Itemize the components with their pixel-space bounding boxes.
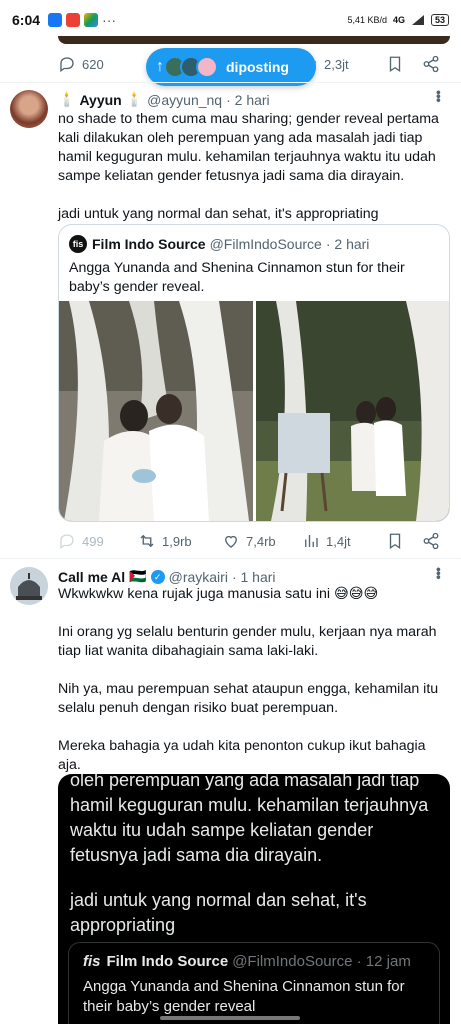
quote-photo-left[interactable] [59,301,253,521]
author-name[interactable]: Ayyun [79,92,121,108]
screenshot-quote-header: fis Film Indo Source @FilmIndoSource · 1… [83,953,411,970]
tweet-paragraph: Mereka bahagia ya udah kita penonton cuk… [58,738,426,773]
retweet-button[interactable]: 1,9rb [138,532,192,550]
share-icon [423,532,439,550]
palestine-flag-icon: 🇵🇸 [129,568,147,584]
quote-header: fis Film Indo Source @FilmIndoSource · 2… [69,235,369,253]
like-count: 7,4rb [246,533,276,549]
views-icon [305,535,318,547]
network-speed: 5,41 KB/d [347,15,387,25]
views-count: 1,4jt [326,533,351,549]
quote-photo-right[interactable] [256,301,449,521]
facebook-icon [48,13,63,27]
author-name[interactable]: Call me Al [58,569,125,585]
reply-count: 499 [82,533,104,549]
more-options-icon[interactable]: ••• [431,90,447,102]
screenshot-text: oleh perempuan yang ada masalah jadi tia… [70,774,440,938]
author-handle[interactable]: @raykairi [169,569,228,585]
tweet-text: Wkwkwkw kena rujak juga manusia satu ini… [58,585,450,775]
heart-icon [225,535,237,548]
bookmark-button[interactable] [386,55,404,73]
tweet-paragraph: Nih ya, mau perempuan sehat ataupun engg… [58,681,439,716]
photos-icon [84,13,99,27]
tweet-header: 🕯️ Ayyun 🕯️ @ayyun_nq · 2 hari [58,91,270,108]
signal-icon [411,15,424,25]
reply-count: 620 [82,56,104,72]
film-indo-source-logo: fis [69,235,87,253]
battery-icon: 53 [430,14,449,26]
candle-icon: 🕯️ [58,91,76,107]
views-count: 2,3jt [324,56,349,72]
candle-icon: 🕯️ [125,91,144,107]
screenshot-quote-handle: @FilmIndoSource · 12 jam [232,953,411,970]
arrow-up-icon: ↑ [156,58,164,75]
tweet-text: no shade to them cuma mau sharing; gende… [58,110,450,224]
reply-icon [60,57,74,73]
share-icon [423,55,439,73]
reply-button[interactable]: 499 [58,532,104,550]
couple-photo [59,301,253,521]
more-notifications-icon: ··· [102,12,117,28]
status-right: 5,41 KB/d 4G 53 [347,14,449,26]
quoted-tweet[interactable]: fis Film Indo Source @FilmIndoSource · 2… [58,224,450,522]
dome-building-icon [10,567,48,605]
attached-screenshot[interactable]: oleh perempuan yang ada masalah jadi tia… [58,774,450,1024]
film-indo-source-logo: fis [83,953,101,970]
screenshot-quote-text: Angga Yunanda and Shenina Cinnamon stun … [83,978,405,1015]
author-handle[interactable]: @ayyun_nq [147,92,222,108]
tweet-paragraph: Wkwkwkw kena rujak juga manusia satu ini… [58,586,379,602]
more-options-icon[interactable]: ••• [431,567,447,579]
quote-text: Angga Yunanda and Shenina Cinnamon stun … [69,260,405,295]
gmail-icon [66,13,81,27]
screenshot-quoted-tweet: fis Film Indo Source @FilmIndoSource · 1… [68,942,440,1024]
views-button[interactable]: 1,4jt [302,532,351,550]
tweet-paragraph: Ini orang yg selalu benturin gender mulu… [58,624,437,659]
network-type: 4G [392,15,405,25]
posted-notification-pill[interactable]: ↑ diposting [146,48,316,86]
quote-author-handle: @FilmIndoSource [209,236,322,252]
screenshot-paragraph: oleh perempuan yang ada masalah jadi tia… [70,774,429,865]
bookmark-button[interactable] [386,532,404,550]
tweet-time: · 1 hari [231,568,276,585]
like-button[interactable]: 7,4rb [222,532,276,550]
tweet-header: Call me Al 🇵🇸 ✓ @raykairi · 1 hari [58,568,276,585]
tweet-actions: 499 1,9rb 7,4rb 1,4jt [52,527,452,555]
bookmark-icon [389,56,401,73]
status-bar: 6:04 ··· 5,41 KB/d 4G 53 [0,0,461,40]
previous-media-edge [58,36,450,44]
couple-photo [256,301,449,521]
avatar[interactable] [10,90,48,128]
divider [0,558,461,559]
quote-author-name: Film Indo Source [92,236,206,252]
verified-badge-icon: ✓ [150,569,165,584]
reply-icon [60,534,74,550]
share-button[interactable] [422,55,440,73]
tweet-paragraph: jadi untuk yang normal dan sehat, it's a… [58,206,379,222]
posted-label: diposting [226,59,289,75]
avatar [196,56,218,78]
screenshot-quote-name: Film Indo Source [106,953,229,970]
share-button[interactable] [422,532,440,550]
avatar[interactable] [10,567,48,605]
divider [0,82,461,83]
retweet-icon [140,534,154,548]
retweet-count: 1,9rb [162,533,192,549]
tweet-paragraph: no shade to them cuma mau sharing; gende… [58,111,439,184]
status-time: 6:04 [12,12,41,28]
bookmark-icon [389,533,401,550]
quote-time: · 2 hari [325,236,370,252]
home-indicator[interactable] [160,1016,300,1020]
screenshot-paragraph: jadi untuk yang normal dan sehat, it's a… [70,890,367,935]
tweet-time: · 2 hari [226,91,270,108]
reply-button[interactable]: 620 [58,55,104,73]
